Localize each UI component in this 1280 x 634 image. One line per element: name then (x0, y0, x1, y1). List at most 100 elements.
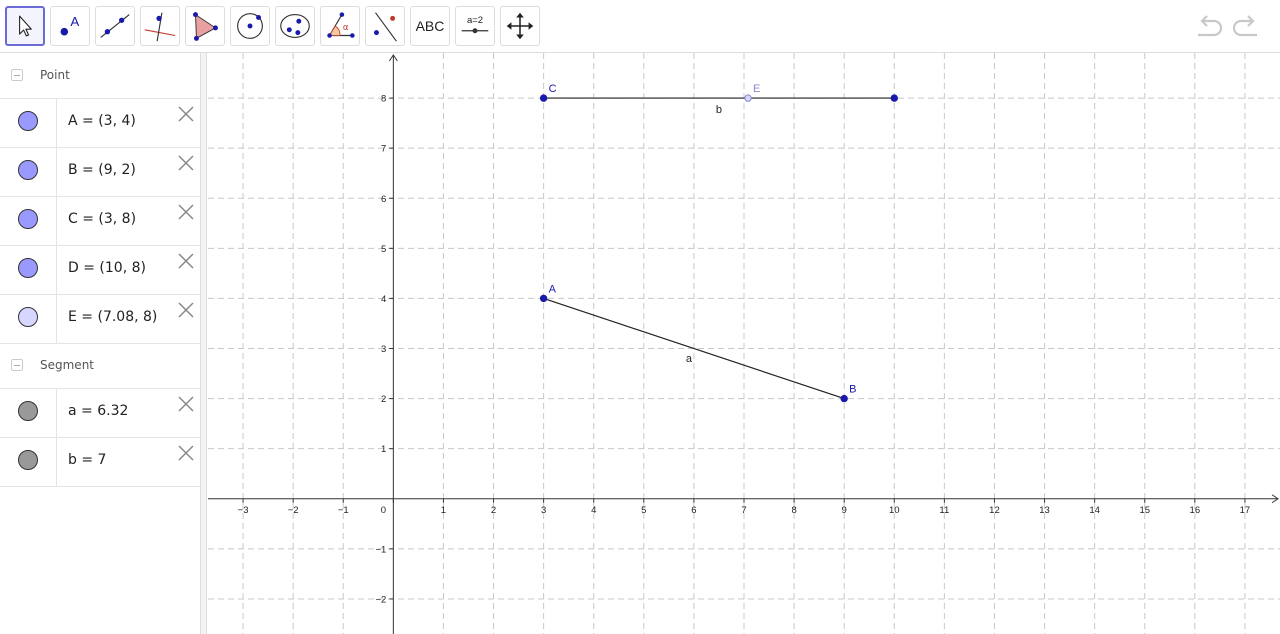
svg-text:a=2: a=2 (467, 15, 483, 26)
delete-icon[interactable] (176, 251, 196, 271)
angle-icon: α (327, 12, 355, 38)
marble-cell (0, 196, 57, 245)
delete-icon[interactable] (176, 443, 196, 463)
object-definition[interactable]: A = (3, 4) (68, 113, 136, 129)
visibility-toggle[interactable] (18, 160, 38, 180)
slider-tool-button[interactable]: a=2 (455, 6, 495, 46)
x-tick-label: 5 (641, 505, 646, 516)
point-C[interactable] (539, 94, 548, 102)
x-tick-label: −3 (238, 505, 249, 516)
point-D[interactable] (890, 94, 898, 102)
algebra-row-segment-b[interactable]: b = 7 (0, 437, 200, 487)
visibility-toggle[interactable] (18, 111, 38, 131)
point-label-A: A (549, 283, 557, 295)
algebra-row-point-c[interactable]: C = (3, 8) (0, 196, 200, 246)
view-divider[interactable] (200, 53, 207, 634)
group-name: Point (40, 68, 70, 82)
marble-cell (0, 98, 57, 147)
delete-icon[interactable] (176, 202, 196, 222)
group-header-point[interactable]: Point (0, 53, 200, 99)
point-tool-button[interactable]: A (50, 6, 90, 46)
segment-label-a: a (686, 353, 693, 365)
object-definition[interactable]: b = 7 (68, 452, 106, 468)
ellipse-tool-button[interactable] (275, 6, 315, 46)
x-tick-label: −1 (338, 505, 349, 516)
point-label-E: E (753, 83, 760, 95)
svg-text:α: α (343, 23, 349, 33)
segment-label-b: b (716, 104, 722, 116)
reflect-tool-button[interactable] (365, 6, 405, 46)
reflect-icon (373, 12, 397, 42)
x-tick-label: 1 (441, 505, 446, 516)
x-tick-label: 3 (541, 505, 546, 516)
delete-icon[interactable] (176, 153, 196, 173)
collapse-icon[interactable] (11, 359, 23, 371)
point-E[interactable] (744, 94, 752, 102)
algebra-row-segment-a[interactable]: a = 6.32 (0, 388, 200, 438)
point-label-C: C (549, 83, 557, 95)
x-tick-label: 10 (889, 505, 900, 516)
x-tick-label: 6 (691, 505, 696, 516)
algebra-view: Point A = (3, 4) B = (9, 2) C = (3, 8) D… (0, 53, 200, 634)
polygon-tool-button[interactable] (185, 6, 225, 46)
marble-cell (0, 388, 57, 437)
y-tick-label: 1 (381, 444, 386, 455)
y-tick-label: 8 (381, 94, 386, 105)
x-tick-label: 14 (1089, 505, 1100, 516)
algebra-row-point-d[interactable]: D = (10, 8) (0, 245, 200, 295)
delete-icon[interactable] (176, 394, 196, 414)
object-definition[interactable]: B = (9, 2) (68, 162, 136, 178)
object-definition[interactable]: a = 6.32 (68, 403, 128, 419)
point-B[interactable] (840, 394, 848, 403)
algebra-row-point-e[interactable]: E = (7.08, 8) (0, 294, 200, 344)
x-tick-label: 13 (1039, 505, 1050, 516)
object-definition[interactable]: E = (7.08, 8) (68, 309, 157, 325)
circle-tool-button[interactable] (230, 6, 270, 46)
y-tick-label: 5 (381, 244, 386, 255)
group-name: Segment (40, 358, 94, 372)
y-tick-label: 3 (381, 344, 386, 355)
marble-cell (0, 294, 57, 343)
x-tick-label: −2 (288, 505, 299, 516)
x-tick-label: 11 (939, 505, 949, 516)
coordinate-plane[interactable]: −3 −2 −1 0 1 2 3 4 5 6 7 8 9 10 11 12 13 14 15 16 17−2−11234… (208, 53, 1280, 634)
algebra-row-point-a[interactable]: A = (3, 4) (0, 98, 200, 148)
group-header-segment[interactable]: Segment (0, 343, 200, 389)
visibility-toggle[interactable] (18, 209, 38, 229)
visibility-toggle[interactable] (18, 401, 38, 421)
move-graphics-tool-button[interactable] (500, 6, 540, 46)
x-tick-label: 4 (591, 505, 596, 516)
algebra-row-point-b[interactable]: B = (9, 2) (0, 147, 200, 197)
x-tick-label: 17 (1240, 505, 1251, 516)
perpendicular-tool-button[interactable] (140, 6, 180, 46)
angle-tool-button[interactable]: α (320, 6, 360, 46)
x-tick-label: 2 (491, 505, 496, 516)
point-A[interactable] (539, 294, 548, 303)
visibility-toggle[interactable] (18, 258, 38, 278)
x-tick-label: 9 (842, 505, 847, 516)
visibility-toggle[interactable] (18, 450, 38, 470)
visibility-toggle[interactable] (18, 307, 38, 327)
object-definition[interactable]: C = (3, 8) (68, 211, 136, 227)
y-tick-label: 7 (381, 144, 386, 155)
undo-icon[interactable] (1194, 14, 1224, 40)
object-definition[interactable]: D = (10, 8) (68, 260, 146, 276)
collapse-icon[interactable] (11, 69, 23, 81)
text-tool-button[interactable]: ABC (410, 6, 450, 46)
arrow-cursor-icon (19, 15, 32, 37)
delete-icon[interactable] (176, 104, 196, 124)
x-tick-label: 12 (989, 505, 1000, 516)
y-tick-label: −1 (376, 544, 387, 555)
y-tick-label: −2 (376, 594, 387, 605)
move-arrows-icon (506, 12, 534, 40)
line-icon (100, 14, 130, 38)
delete-icon[interactable] (176, 300, 196, 320)
toolbar: A α ABC a=2 (0, 0, 1280, 53)
line-tool-button[interactable] (95, 6, 135, 46)
ellipse-icon (280, 14, 310, 38)
move-tool-button[interactable] (5, 6, 45, 46)
y-tick-label: 4 (381, 294, 386, 305)
graphics-view[interactable]: −3 −2 −1 0 1 2 3 4 5 6 7 8 9 10 11 12 13 14 15 16 17 −2 −1 1 2 3 4… (208, 53, 1280, 634)
slider-icon: a=2 (461, 15, 489, 34)
redo-icon[interactable] (1231, 14, 1261, 40)
